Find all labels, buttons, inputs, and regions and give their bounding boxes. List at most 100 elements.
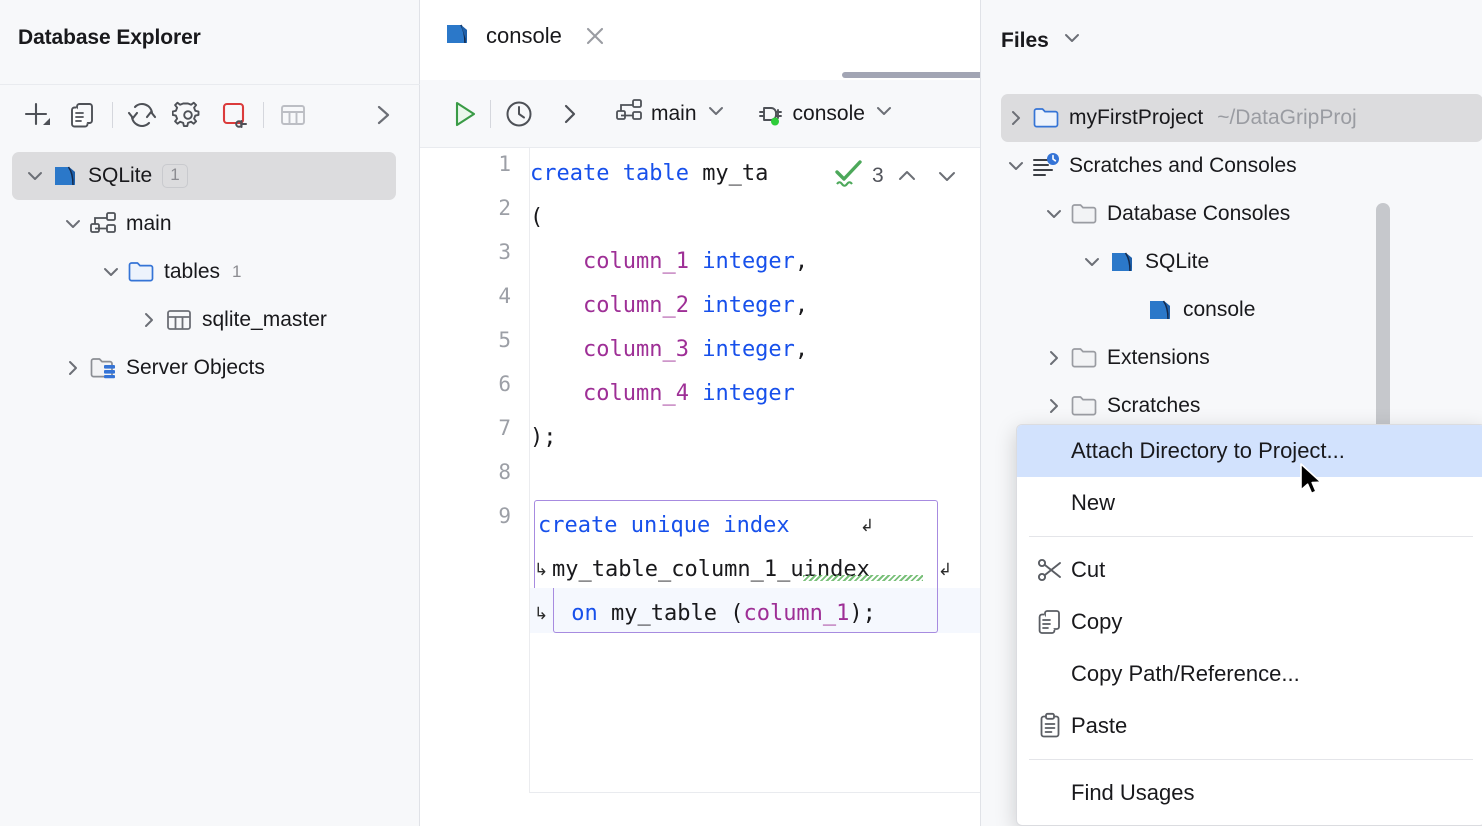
- files-tree-item-myfirstproject[interactable]: myFirstProject~/DataGripProj: [1001, 94, 1482, 142]
- files-panel-title: Files: [1001, 29, 1049, 53]
- table-icon: [164, 306, 194, 334]
- tab-label: console: [486, 23, 562, 49]
- db-tree-item-label: Server Objects: [126, 356, 265, 380]
- code-line: column_4 integer: [530, 372, 795, 416]
- files-tree-item-console[interactable]: console: [981, 286, 1482, 334]
- toolbar-separator-2: [263, 102, 264, 128]
- expand-toolbar-button[interactable]: [547, 91, 593, 137]
- code-line-wrapped-segment: my_table_column_1_uindex: [552, 548, 870, 592]
- code-editor[interactable]: 123456789 create table my_ta( column_1 i…: [420, 148, 980, 793]
- menu-item-label: Find Usages: [1071, 780, 1195, 806]
- files-tree-item-label: SQLite: [1145, 250, 1209, 274]
- chevron-down-icon[interactable]: [58, 213, 88, 235]
- line-number: 5: [498, 328, 511, 352]
- code-line-wrapped-segment: create unique index: [538, 504, 803, 548]
- chevron-right-icon[interactable]: [58, 357, 88, 379]
- chevron-right-icon[interactable]: [1001, 107, 1031, 129]
- gear-icon[interactable]: [165, 92, 211, 138]
- db-tree-item-main[interactable]: main: [0, 200, 420, 248]
- db-tree-item-sqlite[interactable]: SQLite1: [12, 152, 396, 200]
- menu-item-find-usages[interactable]: Find Usages: [1017, 767, 1482, 819]
- code-token: column_2: [583, 293, 689, 318]
- more-button[interactable]: [360, 92, 406, 138]
- code-token: create table: [530, 161, 702, 186]
- scratches-icon: [1031, 152, 1061, 180]
- schema-label: main: [651, 102, 697, 126]
- inspection-widget: 3: [832, 156, 964, 196]
- database-explorer-panel: Database Explorer: [0, 0, 420, 826]
- chevron-down-icon[interactable]: [96, 261, 126, 283]
- duplicate-button[interactable]: [60, 92, 106, 138]
- files-tree-item-extensions[interactable]: Extensions: [981, 334, 1482, 382]
- menu-separator: [1029, 536, 1473, 537]
- code-line: column_2 integer,: [530, 284, 808, 328]
- code-token: integer: [702, 381, 795, 406]
- schema-selector[interactable]: main: [611, 91, 731, 137]
- chevron-down-icon[interactable]: [1061, 27, 1083, 55]
- chevron-down-icon[interactable]: [20, 165, 50, 187]
- code-token: );: [530, 425, 557, 450]
- code-line-wrapped-segment: on my_table (column_1);: [558, 592, 876, 636]
- code-token: my_table (: [598, 601, 744, 626]
- editor-tabbar: console: [420, 0, 980, 78]
- chevron-down-icon: [873, 100, 895, 128]
- session-label: console: [793, 102, 865, 126]
- code-token: ,: [795, 249, 808, 274]
- chevron-down-icon[interactable]: [930, 159, 964, 193]
- files-tree-item-sqlite[interactable]: SQLite: [981, 238, 1482, 286]
- chevron-up-icon[interactable]: [890, 159, 924, 193]
- close-icon[interactable]: [582, 23, 608, 49]
- history-button[interactable]: [491, 91, 547, 137]
- copy-icon: [1036, 608, 1064, 636]
- code-line: column_3 integer,: [530, 328, 808, 372]
- sqlite-console-icon: [1145, 295, 1175, 325]
- chevron-right-icon[interactable]: [1039, 347, 1069, 369]
- run-button[interactable]: [438, 91, 490, 137]
- tab-console[interactable]: console: [422, 8, 608, 64]
- menu-item-cut[interactable]: Cut: [1017, 544, 1482, 596]
- db-tree-item-tables[interactable]: tables1: [0, 248, 420, 296]
- files-tree-item-label: console: [1183, 298, 1255, 322]
- files-tree-item-scratches[interactable]: Scratches: [981, 382, 1482, 430]
- menu-item-new[interactable]: New: [1017, 477, 1482, 529]
- menu-item-label: Copy: [1071, 609, 1122, 635]
- menu-item-copy[interactable]: Copy: [1017, 596, 1482, 648]
- spellcheck-squiggle: [803, 575, 923, 581]
- line-number: 6: [498, 372, 511, 396]
- files-panel-header[interactable]: Files: [1001, 27, 1083, 55]
- files-tree-item-database-consoles[interactable]: Database Consoles: [981, 190, 1482, 238]
- chevron-down-icon[interactable]: [1001, 155, 1031, 177]
- open-table-button[interactable]: [270, 92, 316, 138]
- context-menu: Attach Directory to Project...New Cut Copy…: [1016, 424, 1482, 826]
- code-token: column_1: [743, 601, 849, 626]
- line-number: 4: [498, 284, 511, 308]
- editor-gutter[interactable]: 123456789: [420, 148, 530, 793]
- menu-item-copy-path-reference[interactable]: Copy Path/Reference...: [1017, 648, 1482, 700]
- disconnect-button[interactable]: [211, 92, 257, 138]
- chevron-right-icon[interactable]: [1039, 395, 1069, 417]
- code-content[interactable]: create table my_ta( column_1 integer, co…: [530, 148, 980, 793]
- schema-icon: [88, 210, 118, 238]
- menu-item-attach-directory-to-project[interactable]: Attach Directory to Project...: [1017, 425, 1482, 477]
- code-token: integer: [702, 249, 795, 274]
- chevron-right-icon[interactable]: [134, 309, 164, 331]
- chevron-down-icon[interactable]: [1077, 251, 1107, 273]
- add-button[interactable]: [14, 92, 60, 138]
- menu-item-label: Cut: [1071, 557, 1105, 583]
- code-token: (: [530, 205, 543, 230]
- line-number: 7: [498, 416, 511, 440]
- files-tree-item-scratches-and-consoles[interactable]: Scratches and Consoles: [981, 142, 1482, 190]
- inspection-ok-icon[interactable]: [832, 157, 866, 196]
- folder-icon: [126, 258, 156, 286]
- chevron-down-icon[interactable]: [1039, 203, 1069, 225]
- code-token: create unique index: [538, 513, 803, 538]
- files-tree-item-label: Scratches: [1107, 394, 1200, 418]
- db-tree-item-count: 1: [232, 262, 241, 282]
- db-tree-item-sqlite-master[interactable]: sqlite_master: [0, 296, 420, 344]
- db-tree-item-server-objects[interactable]: Server Objects: [0, 344, 420, 392]
- menu-item-paste[interactable]: Paste: [1017, 700, 1482, 752]
- copy-icon: [1029, 608, 1071, 636]
- soft-wrap-indicator: ↳: [534, 604, 548, 624]
- session-selector[interactable]: console: [751, 91, 899, 137]
- refresh-button[interactable]: [119, 92, 165, 138]
